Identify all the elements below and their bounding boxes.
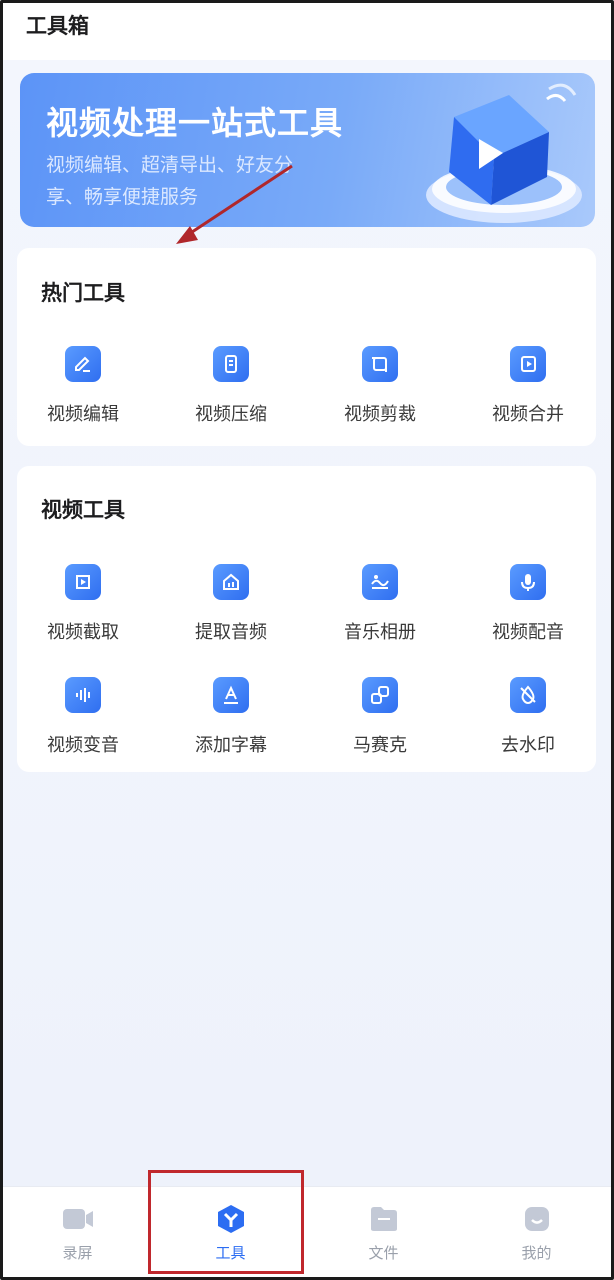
music-album-icon: [362, 564, 398, 600]
nav-label: 我的: [521, 1244, 552, 1262]
tool-mosaic[interactable]: 马赛克: [320, 677, 440, 763]
voice-change-icon: [65, 677, 101, 713]
nav-item-files[interactable]: 文件: [307, 1187, 460, 1280]
tool-label: 添加字幕: [195, 735, 267, 756]
top-bar: 工具箱: [0, 0, 614, 60]
promo-banner[interactable]: 视频处理一站式工具 视频编辑、超清导出、好友分 享、畅享便捷服务: [20, 73, 595, 227]
video-tools-card: 视频工具 视频截取 提取音频 音乐相册 视频配音 视频变音 添加字幕 马赛克 去…: [17, 466, 596, 772]
tool-label: 视频剪裁: [344, 404, 416, 425]
hot-tools-card: 热门工具 视频编辑 视频压缩 视频剪裁 视频合并: [17, 248, 596, 446]
folder-icon: [368, 1203, 400, 1235]
banner-title: 视频处理一站式工具: [46, 104, 344, 142]
tool-voice-change[interactable]: 视频变音: [23, 677, 143, 763]
remove-watermark-icon: [510, 677, 546, 713]
tool-video-merge[interactable]: 视频合并: [468, 346, 588, 432]
tool-label: 视频变音: [47, 735, 119, 756]
tool-label: 视频压缩: [195, 404, 267, 425]
nav-label: 文件: [368, 1244, 399, 1262]
trim-icon: [65, 564, 101, 600]
bottom-navigation: 录屏 工具 文件 我的: [0, 1186, 614, 1280]
crop-icon: [362, 346, 398, 382]
video-cube-illustration: [426, 83, 582, 223]
record-screen-icon: [62, 1203, 94, 1235]
subtitle-icon: [213, 677, 249, 713]
tool-label: 提取音频: [195, 622, 267, 643]
tool-video-compress[interactable]: 视频压缩: [171, 346, 291, 432]
tool-label: 去水印: [501, 735, 555, 756]
tool-video-trim[interactable]: 视频截取: [23, 564, 143, 650]
nav-item-tools[interactable]: 工具: [154, 1187, 307, 1280]
mosaic-icon: [362, 677, 398, 713]
tool-music-album[interactable]: 音乐相册: [320, 564, 440, 650]
edit-icon: [65, 346, 101, 382]
compress-icon: [213, 346, 249, 382]
tool-remove-watermark[interactable]: 去水印: [468, 677, 588, 763]
tool-label: 音乐相册: [344, 622, 416, 643]
tools-icon: [215, 1203, 247, 1235]
tool-video-dubbing[interactable]: 视频配音: [468, 564, 588, 650]
microphone-icon: [510, 564, 546, 600]
tool-video-crop[interactable]: 视频剪裁: [320, 346, 440, 432]
tool-label: 视频截取: [47, 622, 119, 643]
profile-icon: [521, 1203, 553, 1235]
banner-subtitle-line2: 享、畅享便捷服务: [46, 186, 199, 208]
hot-tools-title: 热门工具: [41, 281, 125, 305]
nav-item-profile[interactable]: 我的: [460, 1187, 613, 1280]
banner-subtitle-line1: 视频编辑、超清导出、好友分: [46, 154, 294, 176]
video-tools-title: 视频工具: [41, 498, 125, 522]
tool-video-edit[interactable]: 视频编辑: [23, 346, 143, 432]
tool-add-subtitle[interactable]: 添加字幕: [171, 677, 291, 763]
nav-label: 录屏: [62, 1244, 93, 1262]
tool-label: 视频编辑: [47, 404, 119, 425]
tool-extract-audio[interactable]: 提取音频: [171, 564, 291, 650]
nav-label: 工具: [215, 1244, 246, 1262]
tool-label: 视频合并: [492, 404, 564, 425]
page-title: 工具箱: [26, 14, 89, 38]
merge-icon: [510, 346, 546, 382]
banner-subtitle: 视频编辑、超清导出、好友分 享、畅享便捷服务: [46, 149, 346, 213]
nav-item-record[interactable]: 录屏: [1, 1187, 154, 1280]
extract-audio-icon: [213, 564, 249, 600]
tool-label: 视频配音: [492, 622, 564, 643]
tool-label: 马赛克: [353, 735, 407, 756]
